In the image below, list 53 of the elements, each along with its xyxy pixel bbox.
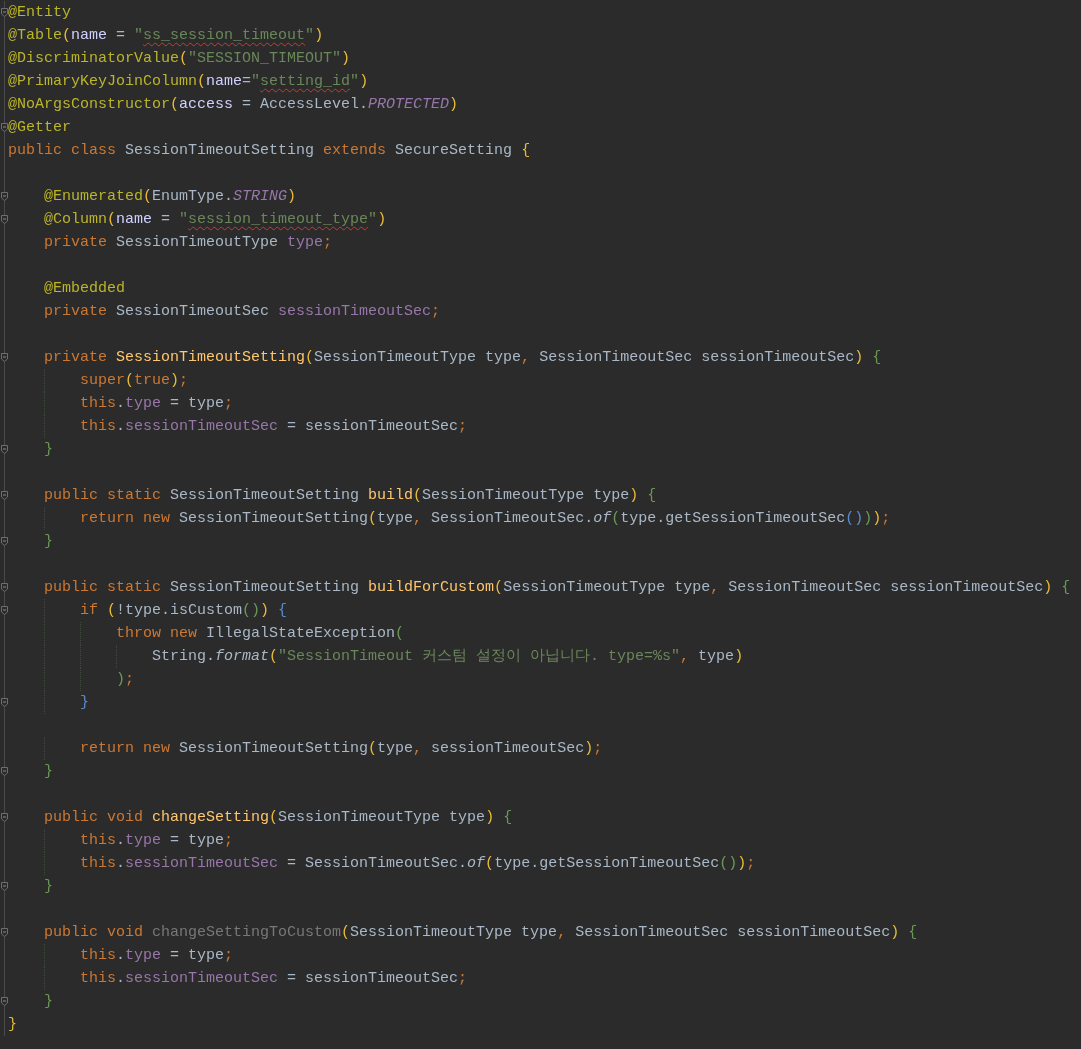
code-line: private SessionTimeoutSetting(SessionTimeoutType type, SessionTimeoutSec sessionTimeoutSec) { bbox=[44, 348, 882, 368]
fold-marker-icon[interactable] bbox=[1, 491, 8, 500]
fold-marker-icon[interactable] bbox=[1, 8, 8, 17]
code-line: } bbox=[44, 762, 53, 782]
code-line: @Table(name = "ss_session_timeout") bbox=[8, 26, 324, 46]
code-line: this.sessionTimeoutSec = SessionTimeoutSec.of(type.getSessionTimeoutSec()); bbox=[80, 854, 756, 874]
code-line: private SessionTimeoutType type; bbox=[44, 233, 333, 253]
code-line: super(true); bbox=[80, 371, 189, 391]
code-line: throw new IllegalStateException( bbox=[116, 624, 405, 644]
fold-marker-icon[interactable] bbox=[1, 537, 8, 546]
fold-marker-icon[interactable] bbox=[1, 813, 8, 822]
code-line: @Enumerated(EnumType.STRING) bbox=[44, 187, 297, 207]
fold-marker-icon[interactable] bbox=[1, 445, 8, 454]
code-line: public void changeSetting(SessionTimeoutType type) { bbox=[44, 808, 513, 828]
code-line: public static SessionTimeoutSetting buildForCustom(SessionTimeoutType type, SessionTimeoutSec sessionTimeoutSec) { bbox=[44, 578, 1071, 598]
code-line: public class SessionTimeoutSetting extends SecureSetting { bbox=[8, 141, 531, 161]
fold-marker-icon[interactable] bbox=[1, 882, 8, 891]
code-line: public static SessionTimeoutSetting build(SessionTimeoutType type) { bbox=[44, 486, 657, 506]
code-line: @Embedded bbox=[44, 279, 125, 299]
code-line: this.type = type; bbox=[80, 946, 234, 966]
code-line: if (!type.isCustom()) { bbox=[80, 601, 288, 621]
code-line: } bbox=[80, 693, 89, 713]
code-line: public void changeSettingToCustom(SessionTimeoutType type, SessionTimeoutSec sessionTimeoutSec) { bbox=[44, 923, 918, 943]
code-line: ); bbox=[116, 670, 135, 690]
code-line: } bbox=[44, 877, 53, 897]
fold-marker-icon[interactable] bbox=[1, 123, 8, 132]
fold-marker-icon[interactable] bbox=[1, 928, 8, 937]
code-line: } bbox=[44, 992, 53, 1012]
code-line: this.type = type; bbox=[80, 394, 234, 414]
code-line: this.sessionTimeoutSec = sessionTimeoutSec; bbox=[80, 417, 468, 437]
code-line: @Entity bbox=[8, 3, 71, 23]
code-line: @Getter bbox=[8, 118, 71, 138]
fold-marker-icon[interactable] bbox=[1, 997, 8, 1006]
fold-marker-icon[interactable] bbox=[1, 767, 8, 776]
code-line: } bbox=[44, 440, 53, 460]
fold-marker-icon[interactable] bbox=[1, 698, 8, 707]
code-line: @PrimaryKeyJoinColumn(name="setting_id") bbox=[8, 72, 369, 92]
code-line: return new SessionTimeoutSetting(type, sessionTimeoutSec); bbox=[80, 739, 603, 759]
code-line: String.format("SessionTimeout 커스텀 설정이 아닙니다. type=%s", type) bbox=[152, 647, 744, 667]
code-line: @NoArgsConstructor(access = AccessLevel.PROTECTED) bbox=[8, 95, 459, 115]
fold-marker-icon[interactable] bbox=[1, 192, 8, 201]
code-line: @DiscriminatorValue("SESSION_TIMEOUT") bbox=[8, 49, 351, 69]
code-line: } bbox=[8, 1015, 17, 1035]
code-line: @Column(name = "session_timeout_type") bbox=[44, 210, 387, 230]
code-line: return new SessionTimeoutSetting(type, SessionTimeoutSec.of(type.getSessionTimeoutSec())); bbox=[80, 509, 891, 529]
code-line: this.sessionTimeoutSec = sessionTimeoutSec; bbox=[80, 969, 468, 989]
code-line: this.type = type; bbox=[80, 831, 234, 851]
fold-marker-icon[interactable] bbox=[1, 583, 8, 592]
fold-marker-icon[interactable] bbox=[1, 606, 8, 615]
code-line: } bbox=[44, 532, 53, 552]
fold-marker-icon[interactable] bbox=[1, 353, 8, 362]
fold-marker-icon[interactable] bbox=[1, 215, 8, 224]
code-line: private SessionTimeoutSec sessionTimeoutSec; bbox=[44, 302, 441, 322]
